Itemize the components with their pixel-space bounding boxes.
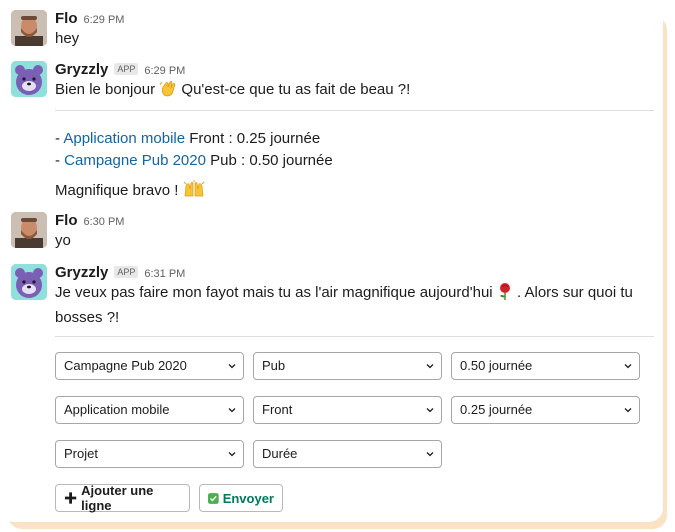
chat-frame: Flo 6:29 PM hey Gryzzly APP 6:29 PM Bien… xyxy=(0,0,675,532)
author-name[interactable]: Flo xyxy=(55,10,78,27)
duration-select-placeholder: Durée xyxy=(262,446,298,461)
summary-detail: Pub : 0.50 journée xyxy=(205,152,333,169)
plus-icon xyxy=(64,492,77,504)
chevron-down-icon xyxy=(426,364,434,369)
raised-hands-icon xyxy=(183,180,205,205)
author-name[interactable]: Gryzzly xyxy=(55,61,108,78)
timestamp[interactable]: 6:29 PM xyxy=(144,65,185,77)
app-badge: APP xyxy=(114,63,139,75)
summary-detail: Front : 0.25 journée xyxy=(185,130,321,147)
project-select[interactable]: Campagne Pub 2020 xyxy=(55,352,244,380)
chevron-down-icon xyxy=(426,408,434,413)
timestamp[interactable]: 6:29 PM xyxy=(84,14,125,26)
message-gryzzly-2: Gryzzly APP 6:31 PM Je veux pas faire mo… xyxy=(11,264,645,328)
message-text-part: Qu'est-ce que tu as fait de beau ?! xyxy=(181,81,411,98)
add-line-button[interactable]: Ajouter une ligne xyxy=(55,483,190,513)
message-text-part: Je veux pas faire mon fayot mais tu as l… xyxy=(55,284,493,301)
author-name[interactable]: Flo xyxy=(55,212,78,229)
project-link[interactable]: Campagne Pub 2020 xyxy=(64,152,206,169)
task-select-value: Pub xyxy=(262,358,286,373)
message-flo-2: Flo 6:30 PM yo xyxy=(11,212,645,252)
duration-select[interactable]: 0.50 journée xyxy=(451,352,640,380)
message-text-part: bosses ?! xyxy=(55,309,120,326)
rose-icon xyxy=(497,282,513,307)
chevron-down-icon xyxy=(624,408,632,413)
message-text: hey xyxy=(55,30,80,47)
task-select[interactable]: Pub xyxy=(253,352,442,380)
message-text: Je veux pas faire mon fayot mais tu as l… xyxy=(55,282,645,329)
project-link[interactable]: Application mobile xyxy=(63,130,185,147)
chevron-down-icon xyxy=(228,452,236,457)
bravo-line: Magnifique bravo ! xyxy=(55,180,205,205)
waving-hand-icon xyxy=(159,79,177,104)
message-text: Bien le bonjour Qu'est-ce que tu as fait… xyxy=(55,79,645,104)
divider xyxy=(55,110,654,111)
chevron-down-icon xyxy=(624,364,632,369)
project-select-placeholder: Projet xyxy=(64,446,98,461)
message-flo-1: Flo 6:29 PM hey xyxy=(11,10,645,50)
message-text: yo xyxy=(55,232,71,249)
summary-line-1: - Application mobile Front : 0.25 journé… xyxy=(55,128,320,150)
chevron-down-icon xyxy=(426,452,434,457)
duration-select-value: 0.25 journée xyxy=(460,402,533,417)
send-button[interactable]: Envoyer xyxy=(199,484,283,512)
send-label: Envoyer xyxy=(222,490,274,506)
bravo-text: Magnifique bravo ! xyxy=(55,182,179,199)
chevron-down-icon xyxy=(228,364,236,369)
app-badge: APP xyxy=(114,266,139,278)
timestamp[interactable]: 6:31 PM xyxy=(144,268,185,280)
avatar-gryzzly[interactable] xyxy=(11,61,47,97)
divider xyxy=(55,336,654,337)
chevron-down-icon xyxy=(228,408,236,413)
task-select-value: Front xyxy=(262,402,293,417)
author-name[interactable]: Gryzzly xyxy=(55,264,108,281)
message-pane: Flo 6:29 PM hey Gryzzly APP 6:29 PM Bien… xyxy=(0,0,663,522)
add-line-label: Ajouter une ligne xyxy=(81,483,154,513)
avatar-gryzzly[interactable] xyxy=(11,264,47,300)
duration-select[interactable]: 0.25 journée xyxy=(451,396,640,424)
check-icon xyxy=(208,492,219,504)
duration-select[interactable]: Durée xyxy=(253,440,442,468)
task-select[interactable]: Front xyxy=(253,396,442,424)
message-text-part: Bien le bonjour xyxy=(55,81,156,98)
summary-line-2: - Campagne Pub 2020 Pub : 0.50 journée xyxy=(55,150,333,172)
project-select[interactable]: Projet xyxy=(55,440,244,468)
avatar-flo[interactable] xyxy=(11,10,47,46)
project-select-value: Application mobile xyxy=(64,402,170,417)
message-text-part: . Alors sur quoi tu xyxy=(516,284,633,301)
project-select-value: Campagne Pub 2020 xyxy=(64,358,187,373)
duration-select-value: 0.50 journée xyxy=(460,358,533,373)
timestamp[interactable]: 6:30 PM xyxy=(84,216,125,228)
message-gryzzly-1: Gryzzly APP 6:29 PM Bien le bonjour Qu'e… xyxy=(11,61,645,101)
project-select[interactable]: Application mobile xyxy=(55,396,244,424)
avatar-flo[interactable] xyxy=(11,212,47,248)
bullet: - xyxy=(55,152,65,169)
